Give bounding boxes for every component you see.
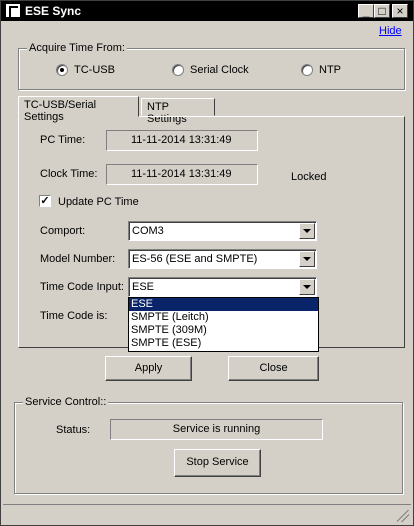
model-number-label: Model Number: — [40, 253, 116, 265]
maximize-button[interactable]: □ — [374, 4, 390, 18]
radio-ntp-label: NTP — [319, 64, 341, 76]
radio-tc-usb[interactable]: TC-USB — [56, 64, 115, 76]
clock-time-field: 11-11-2014 13:31:49 — [106, 164, 258, 185]
app-icon — [5, 3, 21, 19]
tab-ntp-settings[interactable]: NTP Settings — [141, 98, 215, 125]
time-code-input-value: ESE — [132, 281, 155, 293]
chevron-down-icon[interactable] — [299, 223, 315, 239]
comport-label: Comport: — [40, 225, 86, 237]
dropdown-option-smpte-309m[interactable]: SMPTE (309M) — [129, 324, 318, 337]
radio-ntp[interactable]: NTP — [301, 64, 341, 76]
title-bar[interactable]: ESE Sync _ □ × — [1, 1, 413, 21]
close-button[interactable]: Close — [228, 356, 319, 381]
minimize-button[interactable]: _ — [358, 4, 374, 18]
apply-button[interactable]: Apply — [105, 356, 192, 381]
service-status-label: Status: — [56, 424, 91, 436]
pc-time-label: PC Time: — [40, 134, 86, 146]
maximize-icon: □ — [378, 4, 386, 18]
service-control-title: Service Control:: — [23, 396, 109, 408]
close-window-button[interactable]: × — [392, 4, 408, 18]
window-title: ESE Sync — [25, 4, 82, 18]
minimize-icon: _ — [362, 4, 370, 18]
radio-tc-usb-indicator — [56, 64, 68, 76]
dropdown-option-smpte-ese[interactable]: SMPTE (ESE) — [129, 337, 318, 350]
stop-service-button[interactable]: Stop Service — [174, 449, 261, 477]
checkmark-icon: ✓ — [40, 195, 50, 207]
pc-time-field: 11-11-2014 13:31:49 — [106, 130, 258, 151]
close-icon: × — [396, 4, 404, 18]
service-control-group: Service Control:: — [14, 396, 403, 494]
dropdown-option-smpte-leitch[interactable]: SMPTE (Leitch) — [129, 311, 318, 324]
model-number-value: ES-56 (ESE and SMPTE) — [132, 253, 258, 265]
radio-serial-clock[interactable]: Serial Clock — [172, 64, 249, 76]
comport-select[interactable]: COM3 — [128, 221, 317, 241]
update-pc-time-checkbox[interactable]: ✓ — [39, 195, 51, 207]
radio-ntp-indicator — [301, 64, 313, 76]
acquire-time-title: Acquire Time From: — [27, 42, 127, 54]
chevron-down-icon[interactable] — [299, 279, 315, 295]
time-code-input-dropdown: ESE SMPTE (Leitch) SMPTE (309M) SMPTE (E… — [128, 297, 319, 352]
resize-grip-icon[interactable] — [397, 510, 409, 522]
time-code-input-label: Time Code Input: — [40, 281, 124, 293]
chevron-down-icon[interactable] — [299, 251, 315, 267]
main-window: ESE Sync _ □ × Hide Acquire Time From: T… — [0, 0, 414, 526]
time-code-input-select[interactable]: ESE — [128, 277, 317, 297]
radio-serial-clock-indicator — [172, 64, 184, 76]
lock-status: Locked — [291, 171, 327, 183]
service-status-field: Service is running — [110, 419, 323, 440]
radio-tc-usb-label: TC-USB — [74, 64, 115, 76]
time-code-is-label: Time Code is: — [40, 310, 108, 322]
hide-link[interactable]: Hide — [379, 25, 402, 37]
radio-serial-clock-label: Serial Clock — [190, 64, 249, 76]
tab-tc-usb-serial-settings[interactable]: TC-USB/Serial Settings — [18, 96, 139, 123]
model-number-select[interactable]: ES-56 (ESE and SMPTE) — [128, 249, 317, 269]
comport-value: COM3 — [132, 225, 164, 237]
status-bar — [3, 504, 411, 524]
dropdown-option-ese[interactable]: ESE — [129, 298, 318, 311]
update-pc-time-label: Update PC Time — [58, 196, 139, 208]
clock-time-label: Clock Time: — [40, 168, 98, 180]
